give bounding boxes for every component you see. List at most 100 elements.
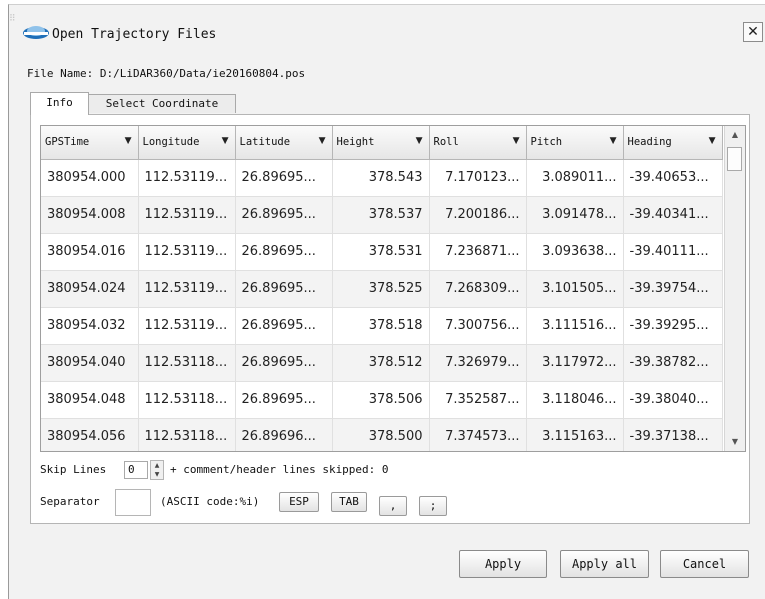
data-grid: GPSTime ▼ Longitude ▼ Latitude ▼ Height ▼ Ro… <box>40 125 746 452</box>
cancel-button[interactable]: Cancel <box>660 550 749 578</box>
dropdown-arrow-icon[interactable]: ▼ <box>610 136 617 146</box>
column-header-height[interactable]: Height ▼ <box>332 126 430 160</box>
tab-info[interactable]: Info <box>30 92 89 115</box>
table-cell: -39.39295... <box>623 307 723 345</box>
table-cell: 380954.048 <box>41 381 139 419</box>
dropdown-arrow-icon[interactable]: ▼ <box>222 136 229 146</box>
table-cell: 7.326979... <box>429 344 527 382</box>
ghost-icon: ⠿ <box>9 14 16 24</box>
vertical-scrollbar[interactable]: ▲ ▼ <box>724 126 745 451</box>
table-row[interactable]: 380954.024 112.53119... 26.89695... 378.… <box>41 270 723 308</box>
separator-input[interactable] <box>115 489 151 516</box>
comma-button[interactable]: , <box>379 496 407 516</box>
dropdown-arrow-icon[interactable]: ▼ <box>319 136 326 146</box>
file-name-label: File Name: D:/LiDAR360/Data/ie20160804.p… <box>27 67 306 80</box>
table-cell: 7.300756... <box>429 307 527 345</box>
column-title: Latitude <box>239 136 291 149</box>
skip-lines-spinner[interactable]: ▲ ▼ <box>150 460 164 480</box>
table-cell: 3.117972... <box>526 344 624 382</box>
table-cell: 380954.000 <box>41 159 139 197</box>
spin-down-icon[interactable]: ▼ <box>151 470 163 479</box>
tab-separator-button[interactable]: TAB <box>331 492 367 512</box>
column-title: Pitch <box>530 136 563 149</box>
table-row[interactable]: 380954.032 112.53119... 26.89695... 378.… <box>41 307 723 345</box>
table-cell: 7.170123... <box>429 159 527 197</box>
table-cell: 112.53119... <box>138 270 236 308</box>
scrollbar-thumb[interactable] <box>727 147 742 171</box>
column-header-heading[interactable]: Heading ▼ <box>623 126 723 160</box>
table-cell: 378.525 <box>332 270 430 308</box>
table-cell: 3.091478... <box>526 196 624 234</box>
table-cell: -39.38782... <box>623 344 723 382</box>
table-row[interactable]: 380954.000 112.53119... 26.89695... 378.… <box>41 159 723 197</box>
table-cell: -39.39754... <box>623 270 723 308</box>
table-cell: -39.38040... <box>623 381 723 419</box>
skip-lines-label: Skip Lines <box>40 463 107 476</box>
apply-all-button[interactable]: Apply all <box>560 550 649 578</box>
table-cell: 7.268309... <box>429 270 527 308</box>
separator-label: Separator <box>40 495 100 508</box>
column-title: Heading <box>627 136 672 149</box>
dropdown-arrow-icon[interactable]: ▼ <box>709 136 716 146</box>
column-title: Longitude <box>142 136 200 149</box>
table-cell: 7.236871... <box>429 233 527 271</box>
table-cell: 378.518 <box>332 307 430 345</box>
ascii-code-label: (ASCII code:%i) <box>160 495 260 508</box>
table-cell: 26.89695... <box>235 344 333 382</box>
skip-lines-input[interactable]: 0 <box>124 461 148 479</box>
table-cell: 3.101505... <box>526 270 624 308</box>
dropdown-arrow-icon[interactable]: ▼ <box>125 136 132 146</box>
table-cell: 26.89695... <box>235 270 333 308</box>
tab-select-coordinate[interactable]: Select Coordinate <box>88 94 236 113</box>
table-cell: 378.512 <box>332 344 430 382</box>
table-cell: 26.89695... <box>235 307 333 345</box>
table-cell: 3.089011... <box>526 159 624 197</box>
table-cell: -39.40111... <box>623 233 723 271</box>
apply-button[interactable]: Apply <box>459 550 547 578</box>
table-cell: 112.53119... <box>138 233 236 271</box>
column-header-pitch[interactable]: Pitch ▼ <box>526 126 624 160</box>
table-cell: 7.200186... <box>429 196 527 234</box>
column-header-latitude[interactable]: Latitude ▼ <box>235 126 333 160</box>
spin-up-icon[interactable]: ▲ <box>151 461 163 470</box>
table-cell: 112.53118... <box>138 344 236 382</box>
scroll-up-icon[interactable]: ▲ <box>725 126 745 144</box>
table-cell: 378.537 <box>332 196 430 234</box>
table-cell: 7.352587... <box>429 381 527 419</box>
column-title: Height <box>336 136 375 149</box>
semicolon-button[interactable]: ; <box>419 496 447 516</box>
table-cell: -39.37138... <box>623 418 723 451</box>
table-cell: 3.093638... <box>526 233 624 271</box>
app-logo-icon <box>23 26 49 39</box>
table-cell: 380954.032 <box>41 307 139 345</box>
table-cell: 26.89695... <box>235 159 333 197</box>
dropdown-arrow-icon[interactable]: ▼ <box>513 136 520 146</box>
table-cell: 112.53119... <box>138 159 236 197</box>
column-title: Roll <box>433 136 459 149</box>
table-cell: 26.89695... <box>235 381 333 419</box>
column-header-gpstime[interactable]: GPSTime ▼ <box>41 126 139 160</box>
table-cell: 26.89696... <box>235 418 333 451</box>
table-row[interactable]: 380954.048 112.53118... 26.89695... 378.… <box>41 381 723 419</box>
dropdown-arrow-icon[interactable]: ▼ <box>416 136 423 146</box>
table-cell: 378.506 <box>332 381 430 419</box>
table-cell: 380954.024 <box>41 270 139 308</box>
scroll-down-icon[interactable]: ▼ <box>725 433 745 451</box>
table-cell: 3.115163... <box>526 418 624 451</box>
table-cell: 26.89695... <box>235 196 333 234</box>
table-cell: 112.53118... <box>138 381 236 419</box>
table-cell: 112.53119... <box>138 307 236 345</box>
close-button[interactable]: ✕ <box>743 22 763 42</box>
esp-button[interactable]: ESP <box>279 492 319 512</box>
table-row[interactable]: 380954.016 112.53119... 26.89695... 378.… <box>41 233 723 271</box>
table-row[interactable]: 380954.040 112.53118... 26.89695... 378.… <box>41 344 723 382</box>
table-cell: 380954.056 <box>41 418 139 451</box>
column-header-roll[interactable]: Roll ▼ <box>429 126 527 160</box>
table-row[interactable]: 380954.008 112.53119... 26.89695... 378.… <box>41 196 723 234</box>
table-cell: 7.374573... <box>429 418 527 451</box>
column-header-longitude[interactable]: Longitude ▼ <box>138 126 236 160</box>
table-cell: 3.111516... <box>526 307 624 345</box>
table-row[interactable]: 380954.056 112.53118... 26.89696... 378.… <box>41 418 723 451</box>
table-cell: 378.543 <box>332 159 430 197</box>
table-cell: 378.500 <box>332 418 430 451</box>
